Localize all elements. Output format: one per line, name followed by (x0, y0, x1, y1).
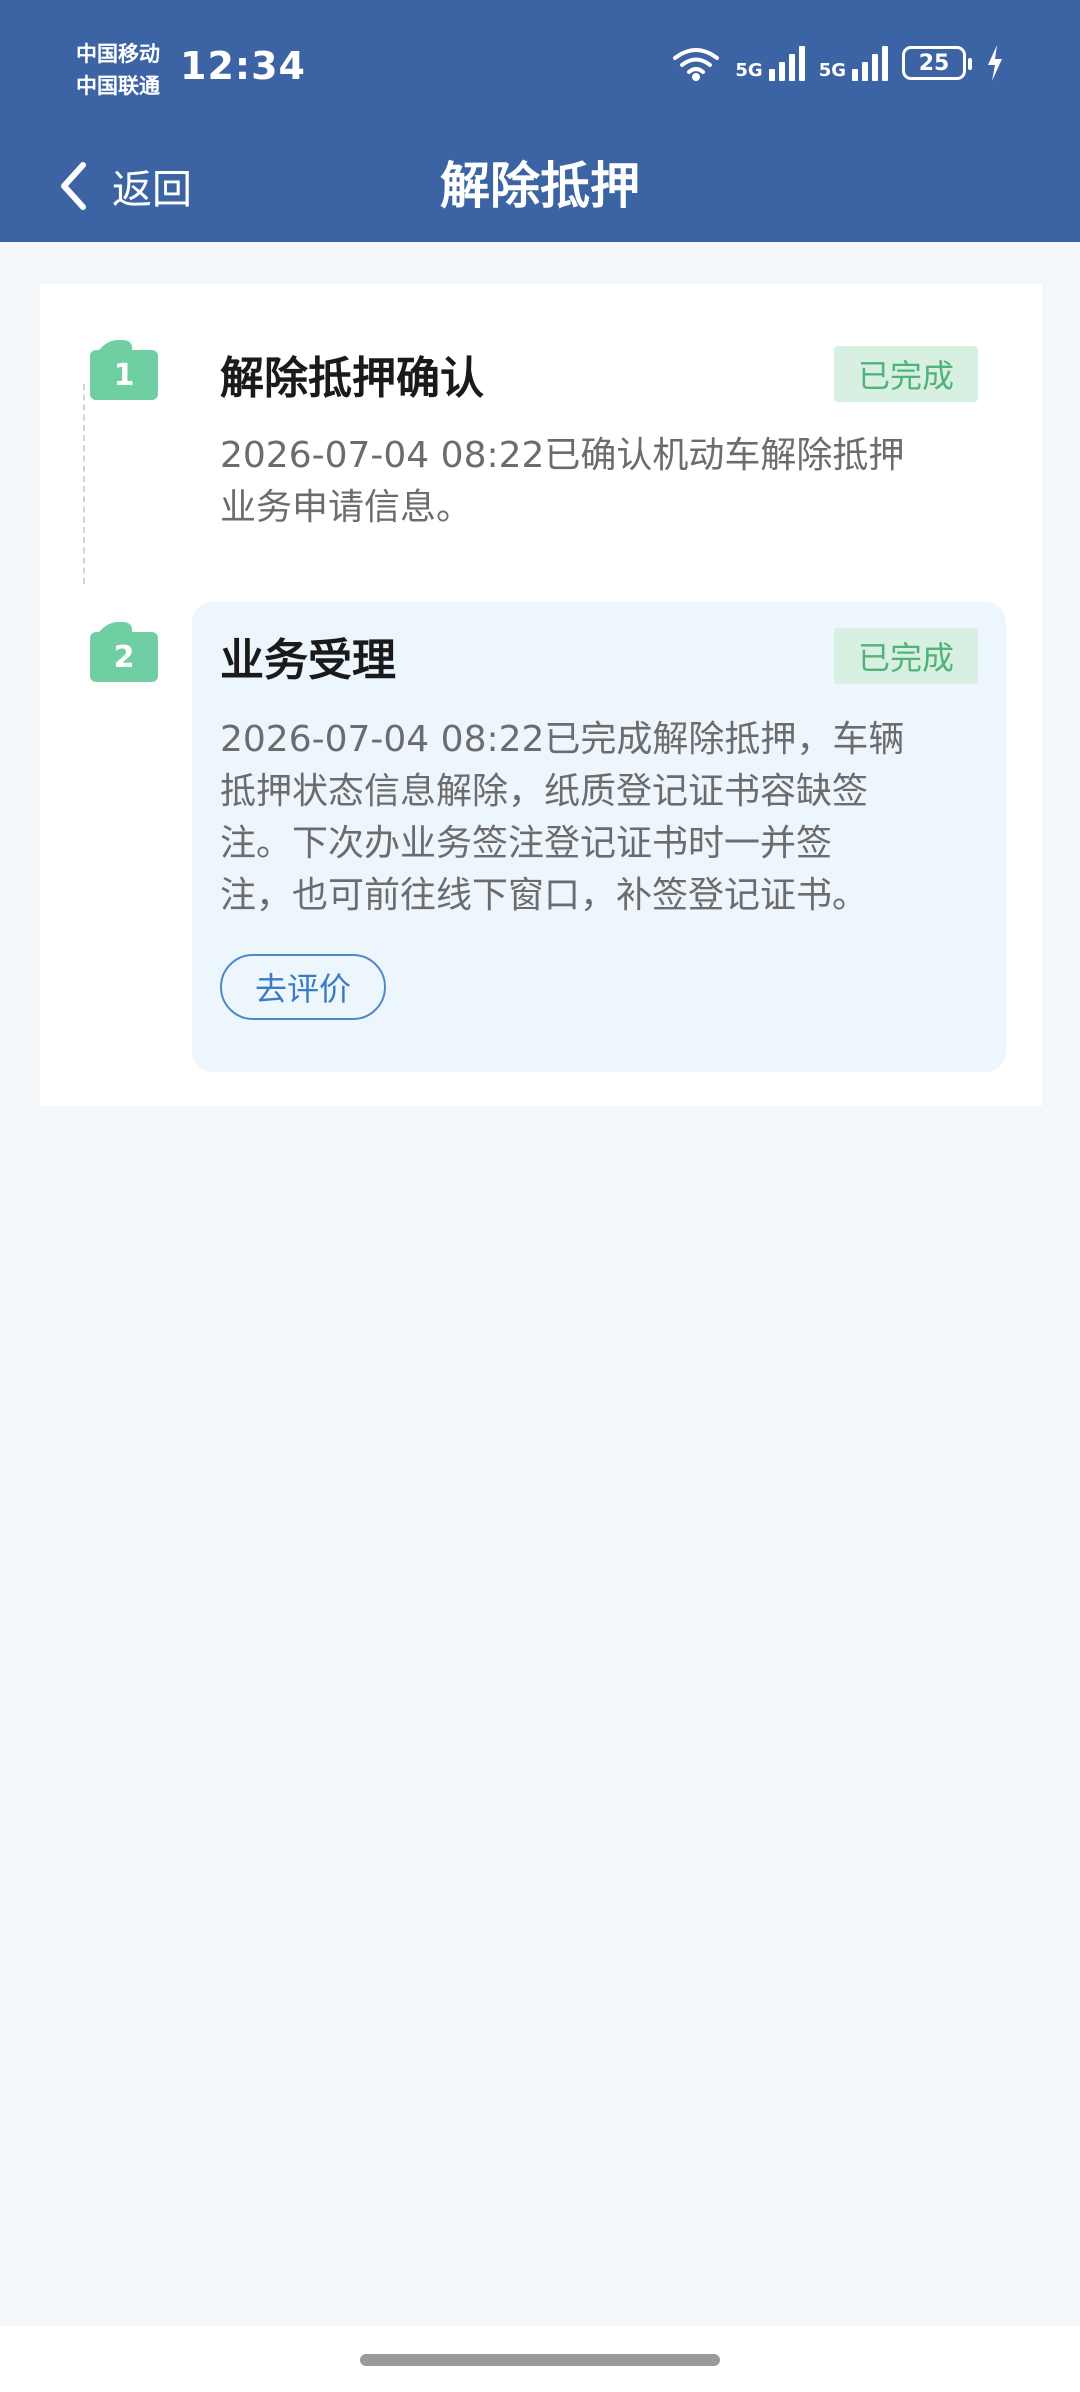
signal-bars-icon (768, 45, 805, 81)
page-title: 解除抵押 (440, 157, 640, 215)
wifi-icon (673, 48, 720, 81)
carrier-name-1: 中国移动 (76, 42, 160, 66)
status-bar: 中国移动 中国联通 12:34 5G 5G 25 (0, 0, 1080, 130)
status-badge: 已完成 (834, 628, 978, 684)
step-number-badge: 1 (90, 350, 158, 400)
carrier-info: 中国移动 中国联通 (76, 38, 160, 102)
status-badge: 已完成 (834, 346, 978, 402)
step-connector (83, 384, 85, 584)
signal-bars-icon (852, 45, 888, 81)
step-description: 2026-07-04 08:22已确认机动车解除抵押 业务申请信息。 (220, 430, 904, 534)
home-indicator[interactable] (360, 2354, 720, 2366)
description-line: 注，也可前往线下窗口，补签登记证书。 (220, 875, 869, 916)
battery-level: 25 (918, 50, 950, 76)
clock: 12:34 (180, 44, 306, 88)
signal-group-2: 5G (819, 45, 888, 81)
description-line: 注。下次办业务签注登记证书时一并签 (220, 823, 833, 864)
signal-group-1: 5G (735, 45, 805, 81)
navigation-bar: 返回 解除抵押 (0, 130, 1080, 242)
status-icons: 5G 5G 25 (671, 44, 1004, 82)
description-line: 业务申请信息。 (220, 487, 473, 528)
description-line: 2026-07-04 08:22已完成解除抵押，车辆 (220, 719, 905, 760)
step-title: 解除抵押确认 (220, 353, 484, 404)
app-header: 中国移动 中国联通 12:34 5G 5G 25 返回 解除抵押 (0, 0, 1080, 242)
description-line: 2026-07-04 08:22已确认机动车解除抵押 (220, 435, 905, 476)
description-line: 抵押状态信息解除，纸质登记证书容缺签 (220, 771, 869, 812)
charging-icon (988, 45, 1002, 81)
network-type-label: 5G (735, 60, 763, 81)
battery-icon: 25 (902, 46, 972, 80)
step-description: 2026-07-04 08:22已完成解除抵押，车辆 抵押状态信息解除，纸质登记… (220, 714, 904, 922)
network-type-label: 5G (818, 60, 846, 81)
rate-button[interactable]: 去评价 (220, 954, 386, 1020)
step-number-badge: 2 (90, 632, 158, 682)
carrier-name-2: 中国联通 (76, 74, 160, 98)
step-title: 业务受理 (220, 635, 396, 686)
